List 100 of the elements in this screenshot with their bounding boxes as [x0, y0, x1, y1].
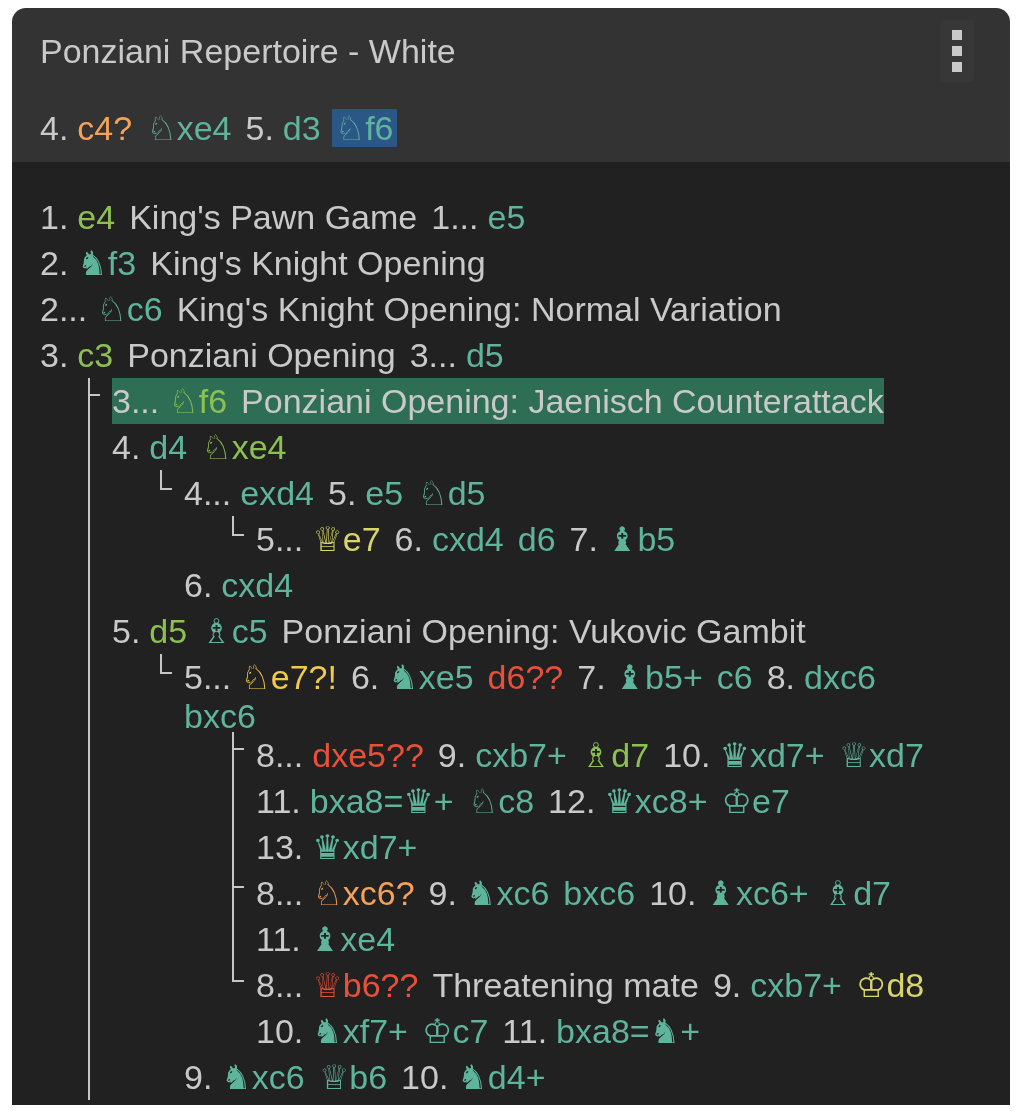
chess-move[interactable]: ♝b5: [606, 523, 676, 555]
move-number: 10.: [256, 1011, 304, 1052]
move-number: 6.: [394, 519, 423, 560]
move-number: 3.: [40, 335, 69, 376]
move-number: 1...: [431, 197, 479, 238]
chess-move[interactable]: c6: [716, 661, 753, 693]
move-number: 9.: [428, 873, 457, 914]
chess-move[interactable]: d4: [149, 431, 188, 463]
chess-move[interactable]: ♞f3: [77, 247, 137, 279]
chess-move[interactable]: d5: [149, 615, 188, 647]
move-number: 8...: [256, 873, 304, 914]
move-number: 7.: [577, 657, 606, 698]
chess-move[interactable]: ♛xc8+: [604, 785, 708, 817]
chess-move[interactable]: e5: [487, 201, 526, 233]
panel-title: Ponziani Repertoire - White: [40, 31, 456, 72]
chess-move[interactable]: cxb7+: [750, 969, 842, 1001]
move-number: 11.: [256, 919, 301, 960]
chess-move[interactable]: e4: [77, 201, 116, 233]
opening-name: Ponziani Opening: Jaenisch Counterattack: [241, 381, 884, 422]
move-number: 6.: [350, 657, 380, 698]
move-number: 5...: [184, 657, 232, 698]
move-number: 4...: [184, 473, 232, 514]
move-number: 10.: [649, 873, 697, 914]
chess-move[interactable]: ♛xd7+: [719, 739, 825, 771]
move-number: 3...: [409, 335, 457, 376]
move-number: 4.: [112, 427, 141, 468]
chess-move[interactable]: c3: [77, 339, 114, 371]
move-number: 2.: [40, 243, 69, 284]
chess-move[interactable]: exd4: [240, 477, 314, 509]
move-number: 11.: [502, 1011, 548, 1052]
chess-move[interactable]: cxd4: [431, 523, 504, 555]
move-number: 10.: [401, 1057, 449, 1098]
move-number: 5...: [256, 519, 304, 560]
chess-move[interactable]: ♞xf7+: [312, 1015, 408, 1047]
comment-text: Threatening mate: [432, 965, 699, 1006]
chess-move[interactable]: ♔e7: [721, 785, 790, 817]
chess-move[interactable]: ♕e7: [312, 523, 381, 555]
move-number: 8...: [256, 965, 304, 1006]
chess-move[interactable]: ♘xe4: [201, 431, 287, 463]
chess-move[interactable]: ♔d8: [855, 969, 925, 1001]
chess-move[interactable]: c4?: [77, 112, 133, 144]
opening-name: Ponziani Opening: [127, 335, 396, 376]
move-number: 8.: [766, 657, 795, 698]
chess-move[interactable]: bxc6: [563, 877, 636, 909]
move-number: 1.: [40, 197, 69, 238]
chess-move[interactable]: ♝b5+: [614, 661, 703, 693]
move-number: 9.: [437, 735, 467, 776]
chess-move[interactable]: ♗c5: [201, 615, 268, 647]
chess-move[interactable]: ♘c8: [467, 785, 535, 817]
more-options-button[interactable]: [940, 20, 974, 82]
chess-move[interactable]: ♘c6: [96, 293, 163, 325]
chess-move[interactable]: ♗d7: [580, 739, 650, 771]
move-number: 9.: [712, 965, 742, 1006]
chess-move[interactable]: ♞d4+: [457, 1061, 546, 1093]
move-number: 8...: [256, 735, 304, 776]
kebab-menu-icon: [951, 30, 963, 72]
move-number: 5.: [328, 473, 357, 514]
opening-name: King's Knight Opening: [150, 243, 486, 284]
move-number: 10.: [663, 735, 711, 776]
chess-move[interactable]: ♔c7: [421, 1015, 489, 1047]
chess-move[interactable]: bxa8=♛+: [309, 785, 454, 817]
chess-move[interactable]: cxd4: [221, 569, 294, 601]
chess-move[interactable]: ♝xc6+: [705, 877, 809, 909]
chess-move[interactable]: dxc6: [804, 661, 876, 693]
opening-name: Ponziani Opening: Vukovic Gambit: [281, 611, 806, 652]
move-number: 5.: [112, 611, 141, 652]
chess-move[interactable]: ♘d5: [417, 477, 486, 509]
move-number: 2...: [40, 289, 88, 330]
chess-move[interactable]: ♘xe4: [146, 112, 232, 144]
move-number: 9.: [184, 1057, 213, 1098]
move-number: 6.: [184, 565, 213, 606]
chess-move[interactable]: ♞xc6: [465, 877, 550, 909]
move-number: 5.: [245, 108, 274, 148]
chess-move[interactable]: d5: [465, 339, 504, 371]
chess-move[interactable]: ♝xe4: [309, 923, 396, 955]
chess-move[interactable]: dxe5??: [312, 739, 424, 771]
move-number: 12.: [548, 781, 596, 822]
opening-name: King's Knight Opening: Normal Variation: [176, 289, 782, 330]
chess-move[interactable]: d3: [282, 112, 321, 144]
chess-move[interactable]: e5: [365, 477, 404, 509]
chess-move[interactable]: ♞xe5: [388, 661, 474, 693]
move-number: 7.: [569, 519, 598, 560]
chess-move[interactable]: ♕b6: [318, 1061, 388, 1093]
chess-move[interactable]: ♛xd7+: [312, 831, 418, 863]
opening-name: King's Pawn Game: [129, 197, 418, 238]
chess-move[interactable]: ♞xc6: [221, 1061, 305, 1093]
chess-move[interactable]: ♘e7?!: [240, 661, 337, 693]
chess-move[interactable]: d6: [517, 523, 556, 555]
move-number: 11.: [256, 781, 301, 822]
chess-move[interactable]: bxa8=♞+: [556, 1015, 701, 1047]
chess-move[interactable]: ♕xd7: [838, 739, 924, 771]
move-number: 13.: [256, 827, 304, 868]
chess-move[interactable]: bxc6: [184, 700, 256, 732]
chess-move[interactable]: ♕b6??: [312, 969, 419, 1001]
chess-move[interactable]: cxb7+: [475, 739, 567, 771]
chess-move[interactable]: d6??: [487, 661, 564, 693]
move-number: 4.: [40, 108, 69, 148]
chess-move[interactable]: ♘xc6?: [312, 877, 415, 909]
chess-move[interactable]: ♗d7: [822, 877, 891, 909]
move-number: 3...: [112, 381, 160, 422]
